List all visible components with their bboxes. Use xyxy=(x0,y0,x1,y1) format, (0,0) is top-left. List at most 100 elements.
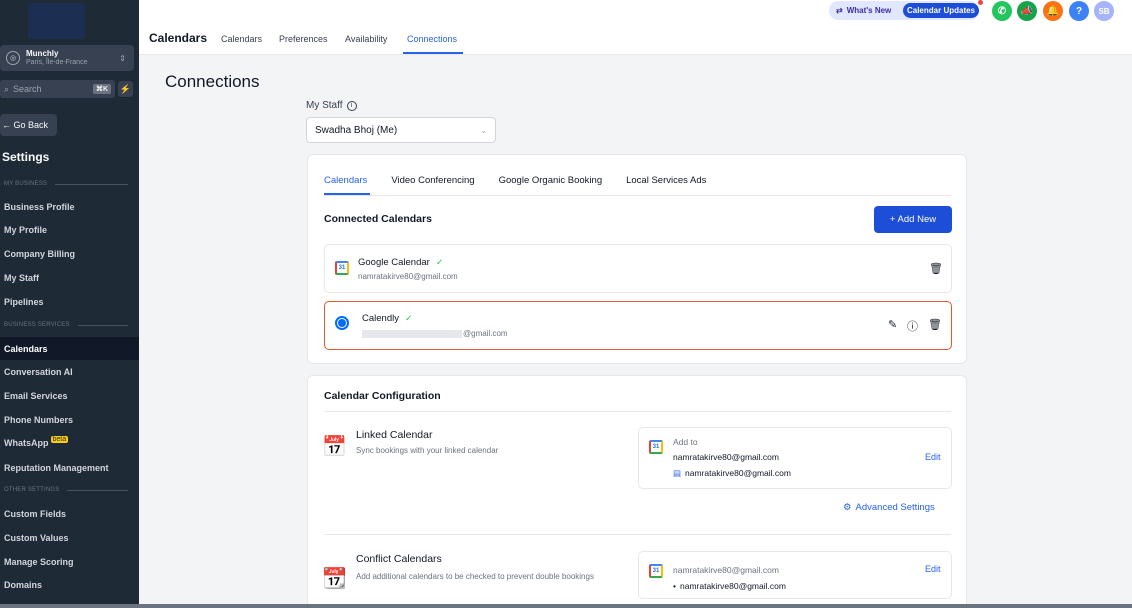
tab-google-organic-booking[interactable]: Google Organic Booking xyxy=(499,175,603,186)
check-icon: ✓ xyxy=(435,257,444,267)
search-icon: ⌕ xyxy=(4,83,10,94)
staff-selected-value: Swadha Bhoj (Me) xyxy=(315,124,398,136)
whatsapp-label: WhatsApp xyxy=(4,437,49,448)
search-placeholder: Search xyxy=(13,84,42,94)
sidebar-item-conversation-ai[interactable]: Conversation AI xyxy=(0,360,139,383)
tab-connections[interactable]: Connections xyxy=(407,34,457,44)
conflict-calendars-subtitle: Add additional calendars to be checked t… xyxy=(356,572,594,581)
conflict-calendar-item: • namratakirve80@gmail.com xyxy=(673,581,786,591)
sidebar: ◎ Munchly Paris, Île-de-France ⇕ ⌕ Searc… xyxy=(0,0,139,608)
linked-calendar-item: ▤ namratakirve80@gmail.com xyxy=(673,468,791,478)
google-calendar-icon: 31 xyxy=(335,261,349,275)
search-input[interactable]: ⌕ Search ⌘K xyxy=(0,80,115,98)
whats-new-label: What's New xyxy=(846,6,892,15)
location-name: Munchly xyxy=(26,49,59,58)
trash-icon[interactable]: 🗑 xyxy=(929,262,943,275)
section-title: Calendars xyxy=(149,31,208,45)
calendar-sync-icon: 📅 xyxy=(322,436,347,458)
chevron-updown-icon: ⇕ xyxy=(119,53,126,63)
trash-icon[interactable]: 🗑 xyxy=(928,318,942,331)
sidebar-item-my-staff[interactable]: My Staff xyxy=(0,266,139,289)
linked-calendar-title: Linked Calendar xyxy=(356,429,433,441)
company-logo[interactable] xyxy=(28,3,85,39)
linked-calendar-box: 31 Add to namratakirve80@gmail.com ▤ namr… xyxy=(638,427,952,489)
go-back-button[interactable]: ← Go Back xyxy=(0,114,57,136)
conflict-calendar-box: 31 namratakirve80@gmail.com • namratakirv… xyxy=(638,551,952,599)
sidebar-item-email-services[interactable]: Email Services xyxy=(0,384,139,407)
sidebar-item-custom-fields[interactable]: Custom Fields xyxy=(0,502,139,525)
beta-badge: beta xyxy=(50,436,69,443)
google-calendar-icon: 31 xyxy=(649,440,663,454)
calendar-configuration-title: Calendar Configuration xyxy=(324,390,441,402)
add-to-label: Add to xyxy=(673,437,698,447)
linked-account-email: namratakirve80@gmail.com xyxy=(673,452,779,462)
section-label-my-business: MY BUSINESS xyxy=(4,181,128,187)
info-icon[interactable]: i xyxy=(346,100,357,111)
location-switcher[interactable]: ◎ Munchly Paris, Île-de-France ⇕ xyxy=(0,45,134,71)
bell-icon[interactable]: 🔔 xyxy=(1043,1,1063,21)
check-icon: ✓ xyxy=(404,313,413,323)
tab-local-services-ads[interactable]: Local Services Ads xyxy=(626,175,706,186)
sidebar-item-reputation-management[interactable]: Reputation Management xyxy=(0,456,139,479)
calendar-name: Calendly ✓ xyxy=(362,313,413,324)
redacted-email xyxy=(362,330,462,338)
tab-video-conferencing[interactable]: Video Conferencing xyxy=(391,175,474,186)
tab-availability[interactable]: Availability xyxy=(345,34,387,44)
divider xyxy=(324,195,951,196)
page-title: Connections xyxy=(165,72,260,91)
info-icon[interactable]: ⓘ xyxy=(907,318,918,334)
calendly-icon xyxy=(335,316,349,330)
megaphone-icon[interactable]: 📣 xyxy=(1017,1,1037,21)
calendar-email: namratakirve80@gmail.com xyxy=(358,272,458,281)
tab-preferences[interactable]: Preferences xyxy=(279,34,328,44)
sidebar-item-my-profile[interactable]: My Profile xyxy=(0,218,139,241)
add-new-button[interactable]: + Add New xyxy=(874,206,952,233)
conflict-account-email: namratakirve80@gmail.com xyxy=(673,565,779,575)
staff-select[interactable]: Swadha Bhoj (Me) ⌄ xyxy=(306,117,496,143)
connected-calendar-google: 31 Google Calendar ✓ namratakirve80@gmail… xyxy=(324,244,952,293)
connections-card: Calendars Video Conferencing Google Orga… xyxy=(307,154,967,364)
my-staff-label: My Staff i xyxy=(306,100,357,111)
chevron-down-icon: ⌄ xyxy=(480,125,487,135)
phone-icon[interactable]: ✆ xyxy=(992,1,1012,21)
location-icon: ◎ xyxy=(6,51,20,65)
sidebar-item-manage-scoring[interactable]: Manage Scoring xyxy=(0,550,139,573)
sidebar-item-company-billing[interactable]: Company Billing xyxy=(0,242,139,265)
section-label-other-settings: OTHER SETTINGS xyxy=(4,487,128,493)
location-address: Paris, Île-de-France xyxy=(26,59,88,66)
connected-calendars-title: Connected Calendars xyxy=(324,213,432,225)
pencil-icon[interactable]: ✎ xyxy=(888,318,897,331)
notification-dot xyxy=(978,0,983,5)
shortcut-badge: ⌘K xyxy=(92,84,111,94)
sidebar-item-business-profile[interactable]: Business Profile xyxy=(0,195,139,218)
calendar-email: @gmail.com xyxy=(463,329,508,338)
tab-calendars[interactable]: Calendars xyxy=(221,34,262,44)
announcement-icon: ⇄ xyxy=(836,6,843,15)
sidebar-item-calendars[interactable]: Calendars xyxy=(0,337,139,360)
conflict-calendars-title: Conflict Calendars xyxy=(356,553,442,565)
edit-conflict-calendars-link[interactable]: Edit xyxy=(925,564,941,574)
divider xyxy=(324,411,951,412)
active-tab-indicator xyxy=(403,52,463,54)
advanced-settings-link[interactable]: ⚙ Advanced Settings xyxy=(843,502,935,513)
calendar-updates-badge[interactable]: Calendar Updates xyxy=(903,3,979,18)
help-icon[interactable]: ? xyxy=(1069,1,1089,21)
sidebar-item-whatsapp[interactable]: WhatsApp beta xyxy=(0,431,139,454)
tab-calendars-sub[interactable]: Calendars xyxy=(324,175,367,186)
settings-title: Settings xyxy=(2,150,50,164)
horizontal-scrollbar[interactable] xyxy=(0,604,1132,608)
section-label-business-services: BUSINESS SERVICES xyxy=(4,322,128,328)
top-bar: Calendars Calendars Preferences Availabi… xyxy=(139,0,1132,55)
google-calendar-icon: 31 xyxy=(649,564,663,578)
calendar-conflict-icon: 📆 xyxy=(322,568,347,590)
sidebar-item-domains[interactable]: Domains xyxy=(0,573,139,596)
lightning-icon[interactable]: ⚡ xyxy=(118,81,133,97)
sidebar-item-phone-numbers[interactable]: Phone Numbers xyxy=(0,408,139,431)
edit-linked-calendar-link[interactable]: Edit xyxy=(925,452,941,462)
gear-icon: ⚙ xyxy=(843,502,852,513)
sidebar-item-pipelines[interactable]: Pipelines xyxy=(0,290,139,313)
sidebar-item-custom-values[interactable]: Custom Values xyxy=(0,526,139,549)
connected-calendar-calendly: Calendly ✓ @gmail.com ✎ ⓘ 🗑 xyxy=(324,301,952,350)
calendar-configuration-card: Calendar Configuration 📅 Linked Calendar… xyxy=(307,375,967,608)
user-avatar[interactable]: SB xyxy=(1094,1,1114,21)
